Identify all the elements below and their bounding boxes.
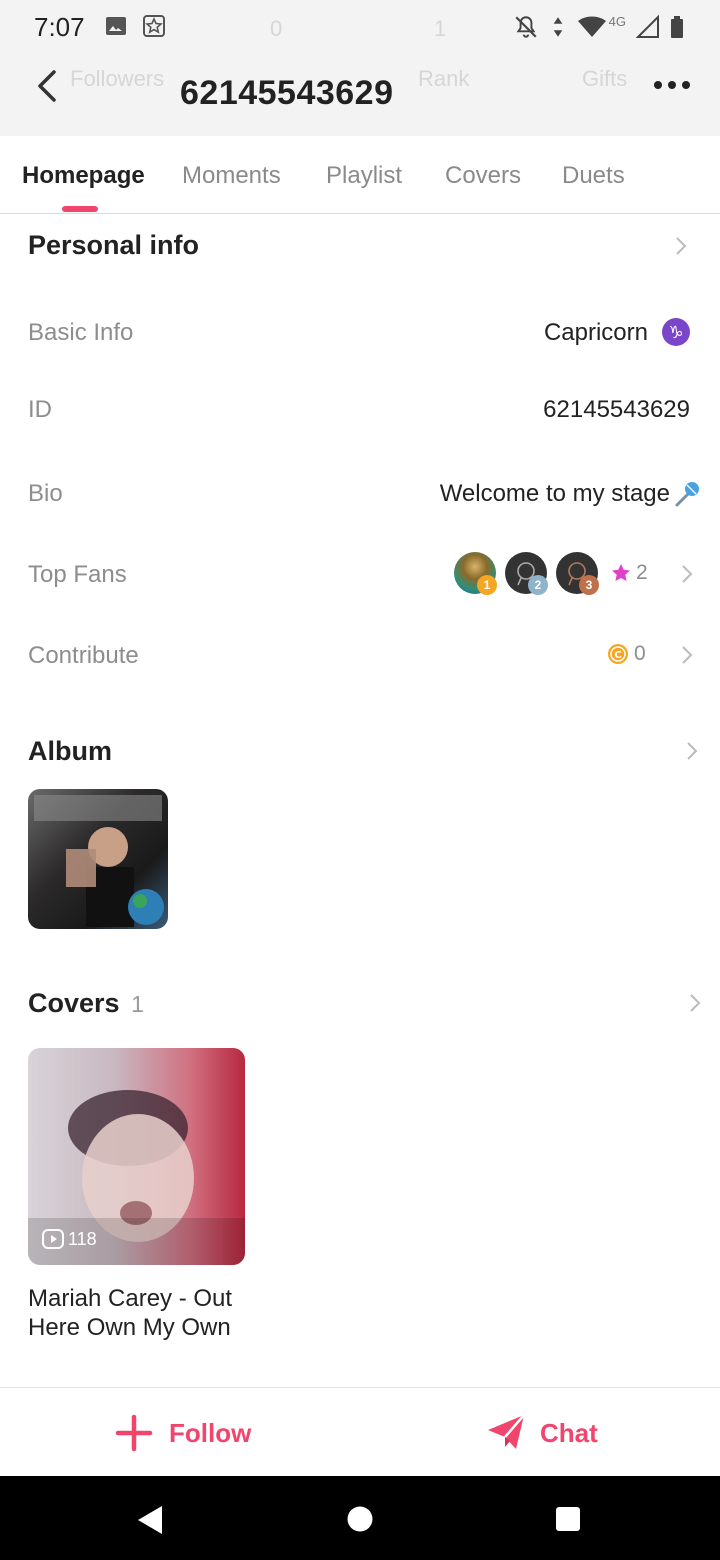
more-options-icon[interactable] <box>652 70 692 100</box>
ghost-stat: Gifts <box>582 66 628 91</box>
ghost-stat: 0 <box>270 16 283 41</box>
coin-icon: C <box>608 644 628 664</box>
personal-info-title: Personal info <box>28 230 200 260</box>
nav-home-icon[interactable] <box>347 1506 373 1532</box>
covers-title-text: Covers <box>28 988 120 1018</box>
tab-duets[interactable]: Duets <box>562 162 625 190</box>
cover-song-title[interactable]: Mariah Carey - Out Here Own My Own <box>28 1284 232 1342</box>
gallery-icon <box>106 17 126 35</box>
play-count-icon <box>42 1229 64 1249</box>
status-bar: 7:07 0 1 4G <box>0 0 720 54</box>
id-label: ID <box>28 396 52 423</box>
basic-info-label: Basic Info <box>28 319 134 346</box>
follow-button[interactable]: Follow <box>169 1418 251 1449</box>
chevron-right-icon[interactable] <box>680 644 694 666</box>
rank-badge: 1 <box>477 575 497 595</box>
id-value: 62145543629 <box>543 396 690 423</box>
top-bar: 7:07 0 1 4G Followers Rank Gifts 6214554… <box>0 0 720 136</box>
network-type: 4G <box>608 13 626 29</box>
ghost-stat: 1 <box>434 16 447 41</box>
ghost-stat: Rank <box>418 66 470 91</box>
svg-text:♑: ♑ <box>668 323 683 343</box>
chevron-right-icon[interactable] <box>680 563 694 585</box>
bio-value: Welcome to my stage <box>439 480 670 507</box>
tab-playlist[interactable]: Playlist <box>326 162 402 190</box>
plus-icon[interactable] <box>115 1414 153 1452</box>
zodiac-value: Capricorn <box>543 319 648 346</box>
nav-recents-icon[interactable] <box>555 1506 581 1532</box>
top-fans-label: Top Fans <box>28 561 127 588</box>
status-time: 7:07 <box>34 12 85 42</box>
contribute-label: Contribute <box>28 642 139 669</box>
chat-button[interactable]: Chat <box>540 1418 598 1449</box>
signal-icon <box>636 14 659 38</box>
star-badge-icon <box>143 15 165 37</box>
tab-moments[interactable]: Moments <box>182 162 281 190</box>
svg-text:C: C <box>614 650 621 661</box>
star-icon <box>612 564 630 581</box>
rank-badge: 3 <box>579 575 599 595</box>
data-arrows-icon <box>553 17 562 37</box>
tab-covers[interactable]: Covers <box>445 162 521 190</box>
mute-bell-icon <box>515 16 537 38</box>
chevron-right-icon[interactable] <box>688 992 702 1014</box>
top-fans-count: 2 <box>636 561 648 584</box>
nav-back-icon[interactable] <box>136 1504 166 1536</box>
back-arrow-icon[interactable] <box>30 66 66 106</box>
covers-count: 1 <box>131 991 144 1017</box>
system-nav-bar <box>0 1476 720 1560</box>
microphone-icon <box>675 482 699 507</box>
album-thumbnail[interactable] <box>28 789 168 929</box>
chevron-right-icon[interactable] <box>674 235 688 257</box>
play-count: 118 <box>68 1229 97 1249</box>
bio-label: Bio <box>28 480 63 507</box>
active-tab-indicator <box>62 206 98 212</box>
tab-homepage[interactable]: Homepage <box>22 162 145 190</box>
rank-badge: 2 <box>528 575 548 595</box>
battery-icon <box>671 16 683 38</box>
bottom-action-bar: Follow Chat <box>0 1387 720 1476</box>
cover-song-title-line: Here Own My Own <box>28 1314 231 1341</box>
album-art <box>34 795 164 927</box>
page-title: 62145543629 <box>180 74 394 112</box>
cover-thumbnail[interactable]: 118 <box>28 1048 245 1265</box>
profile-tabs: Homepage Moments Playlist Covers Duets <box>0 136 720 214</box>
cover-song-title-line: Mariah Carey - Out <box>28 1285 233 1312</box>
wifi-icon <box>577 16 606 37</box>
send-icon[interactable] <box>486 1412 526 1452</box>
status-icons: 4G <box>513 12 684 42</box>
album-title: Album <box>28 736 112 766</box>
capricorn-icon: ♑ <box>662 318 690 346</box>
covers-title: Covers 1 <box>28 988 144 1019</box>
ghost-stat: Followers <box>70 66 165 91</box>
chevron-right-icon[interactable] <box>685 740 699 762</box>
contribute-coins: 0 <box>634 642 646 665</box>
